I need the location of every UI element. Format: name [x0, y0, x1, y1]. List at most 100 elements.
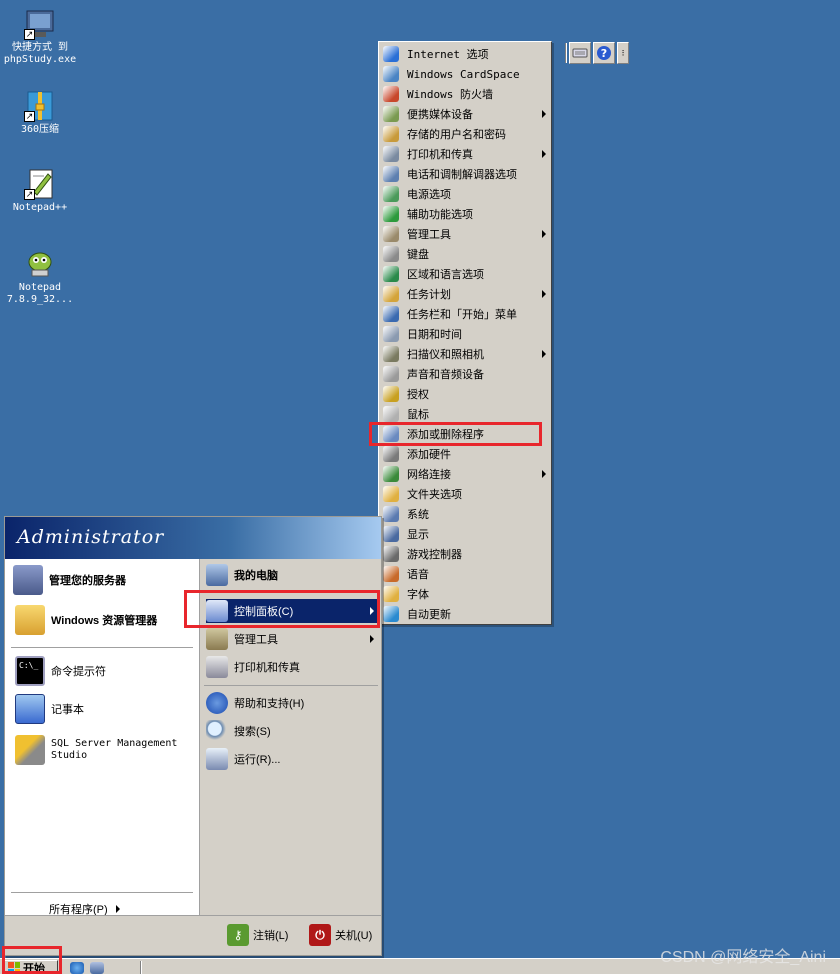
highlight-control-panel — [184, 590, 380, 628]
control-panel-menu-item[interactable]: 字体 — [379, 584, 551, 604]
control-panel-applet-icon — [383, 406, 399, 422]
submenu-arrow-icon — [542, 470, 546, 478]
control-panel-menu-item[interactable]: 辅助功能选项 — [379, 204, 551, 224]
control-panel-submenu: Internet 选项 Windows CardSpace Windows 防火墙便… — [378, 41, 552, 625]
pinned-windows-explorer[interactable]: Windows 资源管理器 — [15, 605, 157, 635]
control-panel-menu-item[interactable]: 鼠标 — [379, 404, 551, 424]
right-item-search[interactable]: 搜索(S) — [206, 719, 378, 743]
control-panel-menu-item[interactable]: 电话和调制解调器选项 — [379, 164, 551, 184]
logoff-button[interactable]: ⚷ 注销(L) — [227, 924, 288, 946]
control-panel-menu-label: 鼠标 — [407, 408, 429, 421]
taskbar-separator — [140, 961, 142, 974]
control-panel-menu-item[interactable]: 声音和音频设备 — [379, 364, 551, 384]
control-panel-menu-item[interactable]: 电源选项 — [379, 184, 551, 204]
right-item-my-computer[interactable]: 我的电脑 — [206, 563, 378, 587]
control-panel-menu-item[interactable]: 显示 — [379, 524, 551, 544]
desktop-icon-360zip[interactable]: ↗ 360压缩 — [0, 90, 80, 136]
control-panel-menu-item[interactable]: 自动更新 — [379, 604, 551, 624]
control-panel-applet-icon — [383, 226, 399, 242]
shutdown-button[interactable]: ⏻ 关机(U) — [309, 924, 372, 946]
control-panel-menu-label: 日期和时间 — [407, 328, 462, 341]
control-panel-menu-item[interactable]: 区域和语言选项 — [379, 264, 551, 284]
right-item-run[interactable]: 运行(R)... — [206, 747, 378, 771]
control-panel-menu-item[interactable]: 游戏控制器 — [379, 544, 551, 564]
desktop-icon-label: Notepad 7.8.9_32... — [6, 282, 74, 305]
recent-cmd[interactable]: C:\_ 命令提示符 — [15, 656, 106, 686]
control-panel-menu-item[interactable]: 网络连接 — [379, 464, 551, 484]
control-panel-menu-item[interactable]: Windows 防火墙 — [379, 84, 551, 104]
control-panel-menu-item[interactable]: 添加硬件 — [379, 444, 551, 464]
start-menu-header: Administrator — [5, 517, 381, 559]
control-panel-menu-item[interactable]: 键盘 — [379, 244, 551, 264]
control-panel-menu-item[interactable]: 便携媒体设备 — [379, 104, 551, 124]
logoff-label: 注销(L) — [253, 930, 289, 942]
keyboard-button[interactable] — [569, 42, 591, 64]
pinned-label: 管理您的服务器 — [49, 575, 126, 587]
control-panel-applet-icon — [383, 106, 399, 122]
right-item-printers[interactable]: 打印机和传真 — [206, 655, 378, 679]
power-icon: ⏻ — [309, 924, 331, 946]
recent-ssms[interactable]: SQL Server Management Studio — [15, 735, 177, 765]
arrow-right-icon — [115, 905, 120, 913]
control-panel-menu-item[interactable]: 日期和时间 — [379, 324, 551, 344]
toolbar-options-button[interactable]: ⁝ — [617, 42, 629, 64]
submenu-arrow-icon — [370, 635, 374, 643]
all-programs-divider — [11, 892, 193, 893]
control-panel-menu-item[interactable]: 文件夹选项 — [379, 484, 551, 504]
submenu-arrow-icon — [542, 150, 546, 158]
control-panel-menu-item[interactable]: Internet 选项 — [379, 44, 551, 64]
control-panel-menu-item[interactable]: 任务计划 — [379, 284, 551, 304]
control-panel-menu-item[interactable]: 存储的用户名和密码 — [379, 124, 551, 144]
control-panel-menu-item[interactable]: 语音 — [379, 564, 551, 584]
desktop-icon-phpstudy[interactable]: ↗ 快捷方式 到 phpStudy.exe — [0, 8, 80, 66]
desktop-icon-label: 快捷方式 到 phpStudy.exe — [3, 42, 77, 65]
svg-text:?: ? — [601, 47, 607, 60]
internet-explorer-icon[interactable] — [70, 962, 84, 974]
right-item-label: 搜索(S) — [234, 726, 271, 738]
archive-360-icon: ↗ — [24, 90, 56, 122]
desktop-icon-notepad-installer[interactable]: Notepad 7.8.9_32... — [0, 248, 80, 306]
control-panel-menu-item[interactable]: Windows CardSpace — [379, 64, 551, 84]
help-button[interactable]: ? — [593, 42, 615, 64]
control-panel-menu-label: 字体 — [407, 588, 429, 601]
right-item-admin-tools[interactable]: 管理工具 — [206, 627, 378, 651]
control-panel-applet-icon — [383, 86, 399, 102]
admin-tools-icon — [206, 628, 228, 650]
server-icon — [13, 565, 43, 595]
phpstudy-shortcut-icon: ↗ — [24, 8, 56, 40]
control-panel-menu-item[interactable]: 任务栏和「开始」菜单 — [379, 304, 551, 324]
control-panel-menu-item[interactable]: 系统 — [379, 504, 551, 524]
control-panel-menu-label: 电话和调制解调器选项 — [407, 168, 517, 181]
start-menu: Administrator 管理您的服务器 Windows 资源管理器 C:\_… — [4, 516, 382, 956]
control-panel-menu-label: 任务计划 — [407, 288, 451, 301]
key-icon: ⚷ — [227, 924, 249, 946]
right-divider — [204, 685, 378, 686]
control-panel-applet-icon — [383, 186, 399, 202]
control-panel-applet-icon — [383, 326, 399, 342]
control-panel-menu-label: 语音 — [407, 568, 429, 581]
control-panel-menu-label: 电源选项 — [407, 188, 451, 201]
server-manager-icon[interactable] — [90, 962, 104, 974]
pinned-manage-server[interactable]: 管理您的服务器 — [13, 565, 126, 595]
control-panel-applet-icon — [383, 546, 399, 562]
right-item-label: 管理工具 — [234, 634, 278, 646]
recent-notepad[interactable]: 记事本 — [15, 694, 84, 724]
user-name: Administrator — [17, 526, 165, 548]
control-panel-menu-label: 网络连接 — [407, 468, 451, 481]
sql-server-management-studio-icon — [15, 735, 45, 765]
right-item-help[interactable]: 帮助和支持(H) — [206, 691, 378, 715]
control-panel-menu-label: 授权 — [407, 388, 429, 401]
control-panel-menu-item[interactable]: 授权 — [379, 384, 551, 404]
desktop-icon-notepadpp[interactable]: ↗ Notepad++ — [0, 168, 80, 214]
control-panel-menu-item[interactable]: 管理工具 — [379, 224, 551, 244]
control-panel-menu-item[interactable]: 打印机和传真 — [379, 144, 551, 164]
control-panel-menu-label: 打印机和传真 — [407, 148, 473, 161]
help-icon — [206, 692, 228, 714]
control-panel-menu-item[interactable]: 扫描仪和照相机 — [379, 344, 551, 364]
control-panel-applet-icon — [383, 566, 399, 582]
control-panel-menu-label: 文件夹选项 — [407, 488, 462, 501]
mini-toolbar: ? ⁝ — [565, 41, 629, 65]
control-panel-menu-label: Windows CardSpace — [407, 67, 520, 81]
recent-label: 命令提示符 — [51, 666, 106, 678]
control-panel-menu-label: 自动更新 — [407, 608, 451, 621]
